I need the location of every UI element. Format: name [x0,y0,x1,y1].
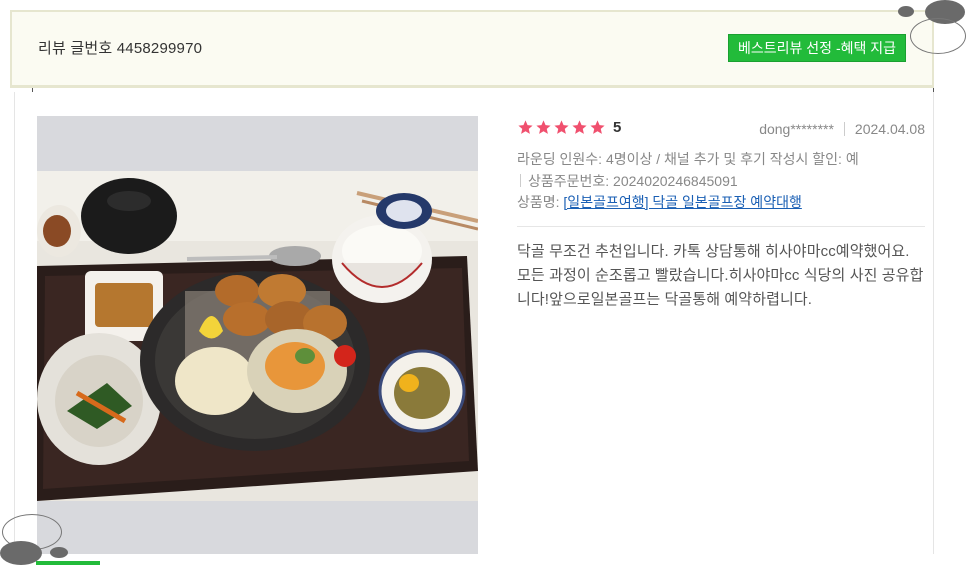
product-label: 상품명: [517,194,560,210]
best-review-badge: 베스트리뷰 선정 -혜택 지급 [728,34,907,62]
star-icon [536,120,551,134]
product-info: 상품명: [일본골프여행] 닥골 일본골프장 예약대행 [517,192,802,212]
bottom-tab-indicator [36,561,100,565]
review-date: 2024.04.08 [854,121,925,137]
option-divider [520,174,521,187]
product-link[interactable]: [일본골프여행] 닥골 일본골프장 예약대행 [563,194,801,210]
order-number: 상품주문번호: 2024020246845091 [528,173,738,189]
purchase-options: 라운딩 인원수: 4명이상 / 채널 추가 및 후기 작성시 할인: 예 상품주… [517,148,927,192]
decor-ring-top [910,18,966,54]
option-text: 라운딩 인원수: 4명이상 / 채널 추가 및 후기 작성시 할인: 예 [517,151,859,167]
meta-divider [843,122,845,136]
decor-dot-bottom-small [50,547,68,558]
food-photo-icon [37,171,478,501]
review-meta: dong******** 2024.04.08 [759,121,925,137]
rating-stars [517,119,606,137]
review-text: 닥골 무조건 추천입니다. 카톡 상담통해 히사야마cc예약했어요. 모든 과정… [517,243,924,308]
decor-dot-top-small [898,6,914,17]
star-icon [572,120,587,134]
review-number: 리뷰 글번호 4458299970 [38,40,203,57]
content-divider [517,226,925,227]
rating-score: 5 [613,119,622,136]
star-icon [518,120,533,134]
review-page: 리뷰 글번호 4458299970 베스트리뷰 선정 -혜택 지급 5 dong… [0,0,966,565]
star-icon [554,120,569,134]
star-icon [590,120,605,134]
author-name: dong******** [759,121,834,137]
review-photo[interactable] [37,116,478,554]
